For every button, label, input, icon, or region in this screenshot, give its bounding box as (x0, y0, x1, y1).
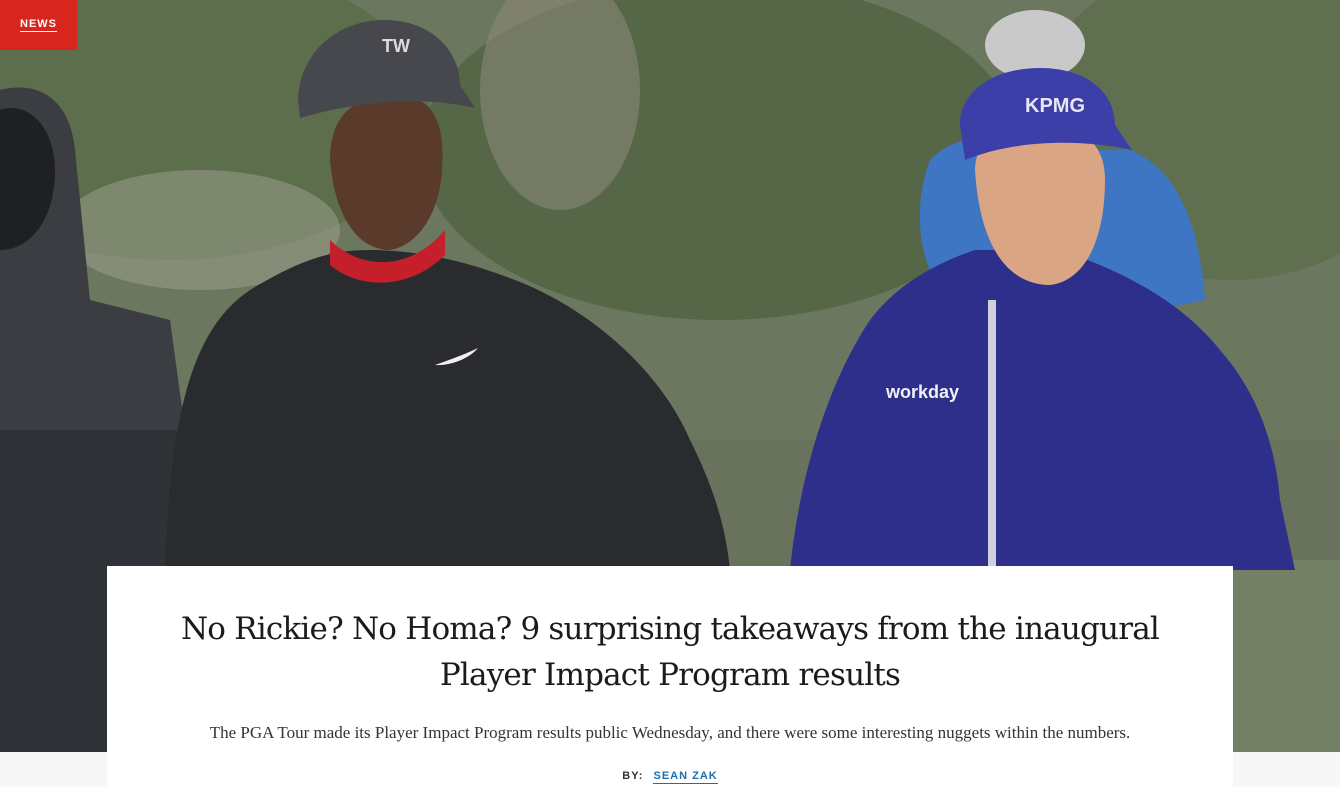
category-badge[interactable]: NEWS (0, 0, 77, 50)
byline: BY: SEAN ZAK (107, 770, 1233, 784)
article-page: TW KPMG workday NEWS No Rickie? No Homa?… (0, 0, 1340, 787)
article-dek: The PGA Tour made its Player Impact Prog… (209, 723, 1131, 742)
chest-logo-right: workday (885, 382, 959, 402)
author-link[interactable]: SEAN ZAK (653, 770, 718, 784)
byline-label: BY: (622, 770, 644, 782)
cap-logo-left: TW (382, 36, 410, 56)
article-headline: No Rickie? No Homa? 9 surprising takeawa… (180, 611, 1160, 693)
category-label[interactable]: NEWS (20, 18, 57, 32)
headline-card: No Rickie? No Homa? 9 surprising takeawa… (107, 566, 1233, 787)
cap-logo-right: KPMG (1025, 95, 1085, 117)
